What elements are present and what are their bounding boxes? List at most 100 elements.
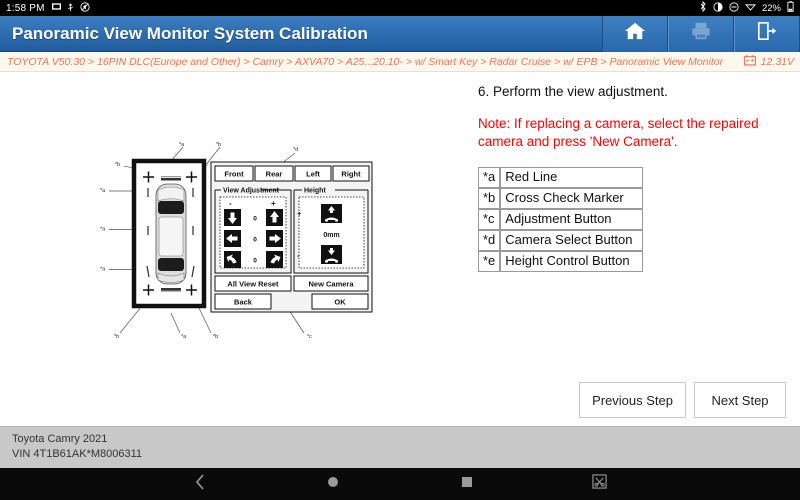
screenshot-icon [592, 474, 608, 494]
adjust-value-2: 0 [253, 237, 257, 244]
recents-square-icon [461, 475, 473, 493]
callout-left-b: *b [115, 162, 120, 168]
hmi-panel: Front Rear Left Right View Adjustment - … [210, 161, 373, 313]
callout-top-a: *a [179, 142, 185, 148]
home-circle-icon [326, 475, 340, 494]
adjust-plus-label: + [271, 199, 276, 208]
previous-step-button[interactable]: Previous Step [579, 382, 686, 418]
callout-bottom-b2: *b [213, 334, 218, 340]
pvm-diagram-svg: *a *b *d *b *a *a *a *e *b *a *b *c [100, 142, 373, 340]
table-row: *c Adjustment Button [478, 209, 644, 231]
app-screen: 1:58 PM 22% Panoramic View Monitor Syste… [0, 0, 800, 500]
height-value: 0mm [323, 232, 339, 239]
height-plus-label: + [297, 209, 302, 218]
tab-right: Right [341, 170, 361, 179]
status-time: 1:58 PM [6, 2, 45, 14]
camera-select-buttons: Front Rear Left Right [214, 165, 370, 182]
android-nav-bar [0, 468, 800, 500]
height-title: Height [304, 188, 326, 195]
no-sound-icon [80, 1, 90, 15]
brightness-icon [713, 1, 723, 15]
callout-left-a3: *a [100, 267, 106, 273]
vehicle-info-footer: Toyota Camry 2021 VIN 4T1B61AK*M8006311 [0, 426, 800, 468]
status-right-icons: 22% [699, 0, 794, 15]
back-button: Back [234, 298, 253, 307]
tab-rear: Rear [266, 170, 283, 179]
legend-value: Adjustment Button [500, 209, 644, 231]
callout-bottom-b1: *b [114, 334, 119, 340]
all-view-reset-button: All View Reset [227, 280, 279, 289]
nav-recents-button[interactable] [400, 475, 533, 493]
do-not-disturb-icon [729, 1, 739, 15]
view-adjustment-group: View Adjustment - + 0 0 0 [214, 188, 292, 274]
home-button[interactable] [602, 15, 668, 52]
adjust-minus-label: - [229, 199, 232, 208]
wifi-icon [745, 2, 756, 14]
exit-button[interactable] [734, 15, 800, 52]
legend-value: Height Control Button [500, 251, 644, 273]
height-control-group: Height + 0mm - [293, 188, 369, 274]
ok-button: OK [334, 298, 346, 307]
legend-key: *c [478, 209, 501, 231]
legend-value: Red Line [500, 167, 644, 189]
step-navigation: Previous Step Next Step [579, 382, 786, 418]
legend-value: Camera Select Button [500, 230, 644, 252]
callout-left-a2: *a [100, 227, 106, 233]
printer-icon [690, 21, 712, 46]
tab-left: Left [306, 170, 320, 179]
callout-bottom-c: *c [307, 334, 312, 340]
app-title-bar: Panoramic View Monitor System Calibratio… [0, 15, 800, 52]
car-silhouette [155, 183, 187, 285]
instruction-pane: 6. Perform the view adjustment. Note: If… [460, 72, 800, 426]
tab-front: Front [224, 170, 244, 179]
battery-icon [787, 1, 794, 15]
table-row: *a Red Line [478, 167, 644, 189]
adjust-value-3: 0 [253, 258, 257, 265]
callout-bottom-a: *a [181, 334, 187, 340]
vehicle-top-view [131, 158, 207, 309]
battery-voltage: 12.31V [760, 55, 794, 68]
legend-value: Cross Check Marker [500, 188, 644, 210]
nav-screenshot-button[interactable] [533, 474, 666, 494]
car-battery-icon [743, 54, 756, 69]
vehicle-vin: VIN 4T1B61AK*M8006311 [12, 448, 143, 460]
next-step-button[interactable]: Next Step [694, 382, 786, 418]
breadcrumb-voltage-group: 12.31V [743, 54, 794, 69]
legend-key: *e [478, 251, 501, 273]
legend-key: *b [478, 188, 501, 210]
callout-top-b: *b [216, 142, 221, 148]
home-icon [624, 21, 646, 46]
step-instruction: 6. Perform the view adjustment. [478, 84, 668, 99]
back-icon [194, 473, 206, 496]
adjust-value-1: 0 [253, 216, 257, 223]
main-content: *a *b *d *b *a *a *a *e *b *a *b *c [0, 72, 800, 426]
callout-top-d: *d [293, 147, 298, 153]
note-message: Note: If replacing a camera, select the … [478, 116, 759, 150]
title-bar-buttons [602, 15, 800, 52]
nav-home-button[interactable] [267, 475, 400, 494]
android-status-bar: 1:58 PM 22% [0, 0, 800, 16]
print-button[interactable] [668, 15, 734, 52]
breadcrumb[interactable]: TOYOTA V50.30 > 16PIN DLC(Europe and Oth… [0, 52, 800, 72]
vehicle-name: Toyota Camry 2021 [12, 433, 108, 445]
usb-icon [66, 2, 75, 15]
table-row: *d Camera Select Button [478, 230, 644, 252]
legend-key: *a [478, 167, 501, 189]
status-left-icons [51, 1, 90, 15]
battery-percent: 22% [761, 2, 781, 14]
bluetooth-icon [699, 0, 707, 15]
view-adjustment-title: View Adjustment [223, 188, 280, 195]
pvm-diagram: *a *b *d *b *a *a *a *e *b *a *b *c [95, 142, 385, 342]
table-row: *e Height Control Button [478, 251, 644, 273]
new-camera-button: New Camera [308, 280, 354, 289]
legend-table: *a Red Line *b Cross Check Marker *c Adj… [478, 167, 644, 273]
sd-card-icon [51, 2, 61, 14]
page-title: Panoramic View Monitor System Calibratio… [12, 23, 368, 43]
legend-key: *d [478, 230, 501, 252]
breadcrumb-path: TOYOTA V50.30 > 16PIN DLC(Europe and Oth… [7, 55, 724, 68]
exit-icon [756, 21, 778, 46]
callout-left-a1: *a [100, 188, 106, 194]
diagram-pane: *a *b *d *b *a *a *a *e *b *a *b *c [0, 72, 460, 426]
nav-back-button[interactable] [133, 473, 266, 496]
table-row: *b Cross Check Marker [478, 188, 644, 210]
